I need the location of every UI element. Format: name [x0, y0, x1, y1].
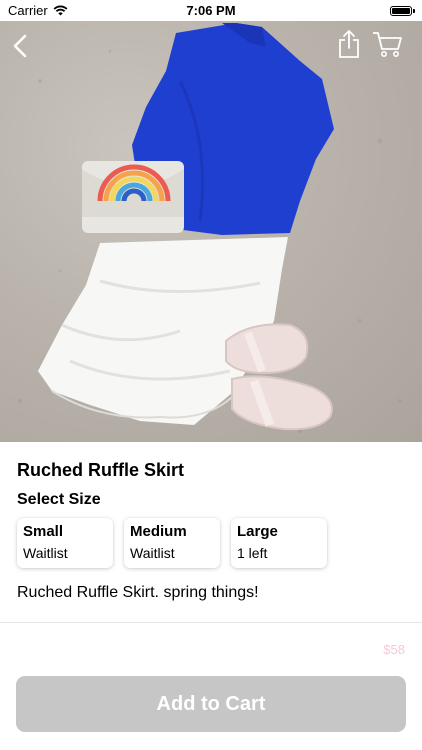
status-time: 7:06 PM — [186, 3, 236, 18]
chevron-left-icon — [13, 34, 27, 58]
select-size-label: Select Size — [17, 491, 101, 508]
size-status: Waitlist — [130, 545, 175, 561]
size-option-small[interactable]: Small Waitlist — [17, 518, 113, 568]
size-options: Small Waitlist Medium Waitlist Large 1 l… — [17, 518, 327, 568]
share-button[interactable] — [336, 29, 362, 59]
product-photo-illustration — [18, 23, 402, 433]
product-description: Ruched Ruffle Skirt. spring things! — [17, 584, 259, 601]
size-name: Small — [23, 523, 64, 540]
add-to-cart-button[interactable]: Add to Cart — [16, 676, 406, 732]
size-status: 1 left — [237, 545, 268, 561]
cart-button[interactable] — [371, 29, 403, 59]
size-status: Waitlist — [23, 545, 68, 561]
product-title: Ruched Ruffle Skirt — [17, 460, 185, 480]
status-bar: Carrier 7:06 PM — [0, 0, 422, 21]
back-button[interactable] — [10, 33, 32, 59]
divider — [0, 622, 422, 623]
size-option-medium[interactable]: Medium Waitlist — [124, 518, 220, 568]
size-name: Large — [237, 523, 278, 540]
battery-icon — [390, 5, 415, 16]
cart-icon — [373, 32, 402, 57]
product-price: $58 — [383, 642, 405, 657]
product-image — [0, 21, 422, 442]
size-name: Medium — [130, 523, 187, 540]
size-option-large[interactable]: Large 1 left — [231, 518, 327, 568]
share-icon — [339, 29, 359, 58]
